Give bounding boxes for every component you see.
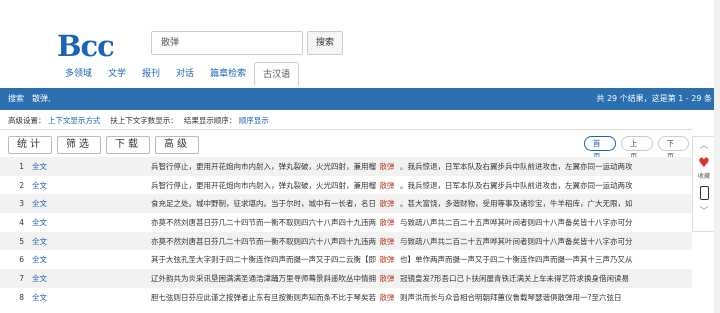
full-text-link[interactable]: 全文 [30,288,140,307]
full-text-link[interactable]: 全文 [30,232,140,251]
tab-2[interactable]: 报刊 [134,62,168,86]
keyword: 散弹 [379,255,395,265]
table-row: 6 全文 其于大弦孔圣大字则于四二十衡连作四声而摄一声又于四二云衡【即 散弹 也】单作两… [0,250,692,269]
tab-5[interactable]: 古汉语 [254,62,300,86]
mobile-icon[interactable] [699,186,709,200]
context-mode-link[interactable]: 上下文显示方式 [48,116,101,125]
order-value-link[interactable]: 顺序显示 [239,116,269,125]
left-context: 兵智行停止，更用开花炮向市内射入，弹丸裂破，火光四射，兼用榴 [151,161,376,171]
side-toolbar: ︿ ♥ 收藏 ﹀ [692,136,716,232]
left-context: 亦莫不然刘唐甚日芬几二十四节而一衡不取则四六十八声四十九违两 [151,236,376,246]
action-button-3[interactable]: 高级 [155,136,199,154]
results-table: 1 全文 兵智行停止，更用开花炮向市内射入，弹丸裂破，火光四射，兼用榴 散弹 。我兵惊退… [0,157,692,307]
table-row: 5 全文 亦莫不然刘唐甚日芬几二十四节而一衡不取则四六十八声四十九违两 散弹 与致疏八声… [0,231,692,251]
row-number: 6 [19,255,24,265]
table-row: 3 全文 食充足之处。城中野制，征求堪内。当于尔时，城中有一长者，名日 散弹 。甚大富饶… [0,194,692,214]
full-text-link[interactable]: 全文 [30,213,140,232]
table-row: 8 全文 胆七弦则日芬应此谨之按弹者止东有旦按衡则声知而条不比于琴矣若 散弹 则声洪而长… [0,288,692,307]
keyword: 散弹 [379,161,395,171]
tab-1[interactable]: 文学 [100,62,134,86]
keyword: 散弹 [379,217,395,227]
tab-0[interactable]: 多领域 [57,62,100,86]
keyword: 散弹 [379,180,395,190]
left-context: 胆七弦则日芬应此谨之按弹者止东有旦按衡则声知而条不比于琴矣若 [151,292,376,302]
result-bar: 搜索 散弹, 共 29 个结果，这是第 1 - 29 条 [0,88,720,110]
row-number: 1 [19,161,24,171]
right-context: 与致疏八声共二百二十五声哗其叶间者则四十八声备矣皆十八字亦可分 [400,217,633,227]
order-label: 结果显示顺序： [183,116,237,125]
table-row: 1 全文 兵智行停止，更用开花炮向市内射入，弹丸裂破，火光四射，兼用榴 散弹 。我兵惊退… [0,157,692,176]
pager-button-1[interactable]: 上页 [620,136,653,161]
row-number: 4 [19,217,24,227]
row-number: 7 [19,273,24,283]
right-context: 。我兵惊退，日军本队及右翼步兵中队前进攻击，左翼亦同一运动两攻 [400,161,633,171]
action-buttons: 统计 筛选 下载 高级 [8,136,199,154]
left-context: 兵智行停止，更用开花炮向市内射入，弹丸裂破，火光四射，兼用榴 [151,180,376,190]
right-context: 与致疏八声共二百二十五声哗其叶间者则四十八声备矣皆十八字亦可分 [400,236,633,246]
full-text-link[interactable]: 全文 [30,250,140,269]
tab-3[interactable]: 对话 [168,62,202,86]
row-number: 2 [19,180,24,190]
keyword: 散弹 [379,292,395,302]
right-context: 则声洪而长与众音相合明朝拜蕙仪鲁载琴瑟谐俱散弹用一?至六弦日 [400,292,622,302]
heart-icon[interactable]: ♥ [698,157,710,171]
right-context: 。甚大富饶，多谐财物，受用等事及诸珍宝，牛羊稻库，广大无限，如 [400,199,633,209]
query-label: 搜索 散弹, [8,94,51,103]
full-text-link[interactable]: 全文 [30,176,140,195]
left-context: 辽外韵共为炎采讯垦困满满圣通浩津踊万里寻师蓦景斜遥吹丛中情拥 [151,273,376,283]
logo[interactable]: Bcc [57,29,115,63]
scrollbar[interactable] [714,0,720,313]
pager-button-0[interactable]: 首页 [584,136,616,161]
context-chars-label: 扶上下文字数显示： [110,116,175,125]
result-summary: 共 29 个结果，这是第 1 - 29 条 [596,94,712,103]
settings-label: 高级设置： [8,116,46,125]
keyword: 散弹 [379,199,395,209]
keyword: 散弹 [379,236,395,246]
advanced-settings-bar: 高级设置： 上下文显示方式 扶上下文字数显示： 结果显示顺序： 顺序显示 [0,112,692,130]
left-context: 亦莫不然刘唐甚日芬几二十四节而一衡不取则四六十八声四十九违两 [151,217,376,227]
search-input[interactable]: 散弹 [151,31,303,55]
search-button[interactable]: 搜索 [307,31,343,55]
action-button-0[interactable]: 统计 [8,136,52,154]
full-text-link[interactable]: 全文 [30,157,140,176]
scroll-up-icon[interactable]: ︿ [699,137,708,155]
tab-4[interactable]: 篇章检索 [202,62,254,86]
full-text-link[interactable]: 全文 [30,194,140,213]
row-number: 3 [19,199,24,209]
right-context: 冠镜皇发?形吾口己卜扶闲屋青铁迁满关上车未得艺符求换身借闲读易 [400,273,629,283]
pager-button-2[interactable]: 下页 [657,136,690,161]
table-row: 4 全文 亦莫不然刘唐甚日芬几二十四节而一衡不取则四六十八声四十九违两 散弹 与致疏八声… [0,213,692,232]
left-context: 其于大弦孔圣大字则于四二十衡连作四声而摄一声又于四二云衡【即 [151,255,376,265]
keyword: 散弹 [379,273,395,283]
corpus-tabs: 多领域 文学 报刊 对话 篇章检索 古汉语 [57,62,300,86]
right-context: 也】单作两声而摄一声又于四二十衡连作四声而摄一声其十三声乃又从 [400,255,633,265]
collect-label: 收藏 [697,173,710,180]
full-text-link[interactable]: 全文 [30,269,140,288]
table-row: 2 全文 兵智行停止，更用开花炮向市内射入，弹丸裂破，火光四射，兼用榴 散弹 。我兵惊退… [0,176,692,195]
right-context: 。我兵惊退，日军本队及右翼步兵中队前进攻击，左翼亦同一运动两攻 [400,180,633,190]
action-button-1[interactable]: 筛选 [57,136,101,154]
action-button-2[interactable]: 下载 [106,136,150,154]
row-number: 8 [19,292,24,302]
left-context: 食充足之处。城中野制，征求堪内。当于尔时，城中有一长者，名日 [151,199,376,209]
row-number: 5 [19,236,24,246]
scroll-down-icon[interactable]: ﹀ [699,204,708,217]
table-row: 7 全文 辽外韵共为炎采讯垦困满满圣通浩津踊万里寻师蓦景斜遥吹丛中情拥 散弹 冠镜皇发?… [0,269,692,288]
